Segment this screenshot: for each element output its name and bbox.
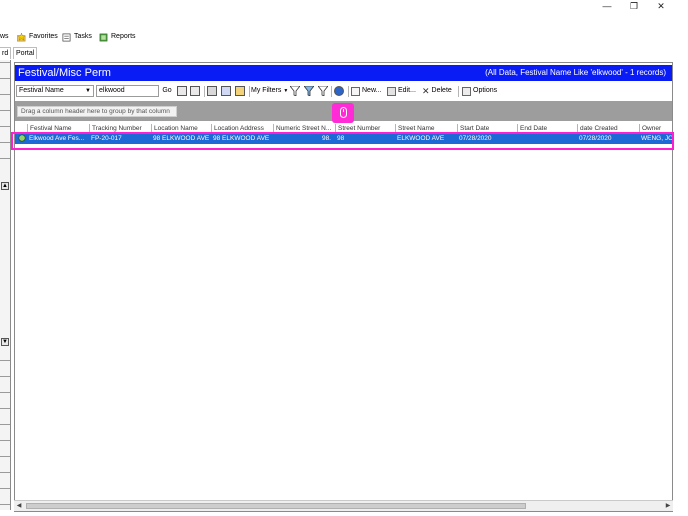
- group-by-hint: Drag a column header here to group by th…: [17, 106, 177, 117]
- my-filters-label: My Filters: [251, 87, 282, 94]
- record-summary: (All Data, Festival Name Like 'elkwood' …: [485, 68, 666, 77]
- delete-icon: ✕: [422, 86, 430, 96]
- menu-item-reports[interactable]: Reports: [99, 31, 136, 43]
- delete-label: Delete: [431, 87, 452, 94]
- new-label: New...: [362, 87, 382, 94]
- search-input[interactable]: elkwood: [96, 85, 159, 97]
- horizontal-scrollbar[interactable]: ◀ ▶: [14, 500, 673, 511]
- scrollbar-thumb[interactable]: [26, 503, 526, 509]
- grid-view-icon[interactable]: [177, 86, 187, 96]
- filter-edit-icon[interactable]: [303, 85, 315, 97]
- search-icon[interactable]: [334, 86, 344, 96]
- search-toolbar: Festival Name ▼ elkwood Go My Filters ▼: [15, 83, 672, 99]
- panel-header: Festival/Misc Perm (All Data, Festival N…: [15, 65, 672, 81]
- scroll-left-icon[interactable]: ◀: [14, 501, 24, 511]
- menu-item-tasks[interactable]: Tasks: [62, 31, 92, 43]
- festival-panel: Festival/Misc Perm (All Data, Festival N…: [14, 62, 673, 512]
- left-sidebar-strip: ▲ ▼: [0, 60, 11, 510]
- filter-icon[interactable]: [317, 85, 329, 97]
- search-field-value: Festival Name: [19, 87, 64, 94]
- menu-label: Favorites: [29, 33, 58, 40]
- chevron-down-icon: ▼: [283, 88, 289, 94]
- selection-highlight: [11, 132, 674, 150]
- star-folder-icon: [17, 32, 26, 41]
- menu-item-views[interactable]: ws: [0, 31, 9, 43]
- options-label: Options: [473, 87, 498, 94]
- edit-icon: [387, 86, 396, 96]
- scroll-down-icon[interactable]: ▼: [1, 338, 9, 346]
- my-filters-button[interactable]: My Filters ▼: [251, 85, 288, 97]
- delete-button[interactable]: ✕ Delete: [422, 85, 452, 97]
- window-titlebar: — ❐ ✕: [0, 0, 688, 14]
- menu-label: Reports: [111, 33, 136, 40]
- print-icon[interactable]: [207, 86, 217, 96]
- tab-dashboard[interactable]: rd: [0, 47, 12, 59]
- export-icon[interactable]: [221, 86, 231, 96]
- minimize-button[interactable]: —: [596, 0, 618, 13]
- menu-item-favorites[interactable]: Favorites: [17, 31, 58, 43]
- menu-bar: ws Favorites Tasks Reports: [0, 30, 688, 44]
- search-field-select[interactable]: Festival Name ▼: [16, 85, 94, 97]
- options-icon: [462, 86, 471, 96]
- options-button[interactable]: Options: [462, 85, 497, 97]
- edit-button[interactable]: Edit...: [387, 85, 416, 97]
- open-folder-icon[interactable]: [235, 86, 245, 96]
- reports-icon: [99, 33, 108, 41]
- restore-button[interactable]: ❐: [623, 0, 645, 13]
- new-record-icon: [351, 86, 360, 96]
- new-button[interactable]: New...: [351, 85, 381, 97]
- close-button[interactable]: ✕: [650, 0, 672, 13]
- scroll-up-icon[interactable]: ▲: [1, 182, 9, 190]
- go-button[interactable]: Go: [161, 85, 173, 97]
- scroll-right-icon[interactable]: ▶: [663, 501, 673, 511]
- chevron-down-icon: ▼: [85, 88, 91, 94]
- menu-label: ws: [0, 33, 9, 40]
- page-title: Festival/Misc Perm: [18, 67, 111, 79]
- tab-row: rd Portal: [0, 47, 688, 59]
- refresh-icon[interactable]: [190, 86, 200, 96]
- tasks-icon: [62, 33, 71, 41]
- menu-label: Tasks: [74, 33, 92, 40]
- mouse-click-icon: [332, 103, 354, 123]
- filter-add-icon[interactable]: [289, 85, 301, 97]
- edit-label: Edit...: [398, 87, 416, 94]
- tab-portal[interactable]: Portal: [13, 47, 38, 59]
